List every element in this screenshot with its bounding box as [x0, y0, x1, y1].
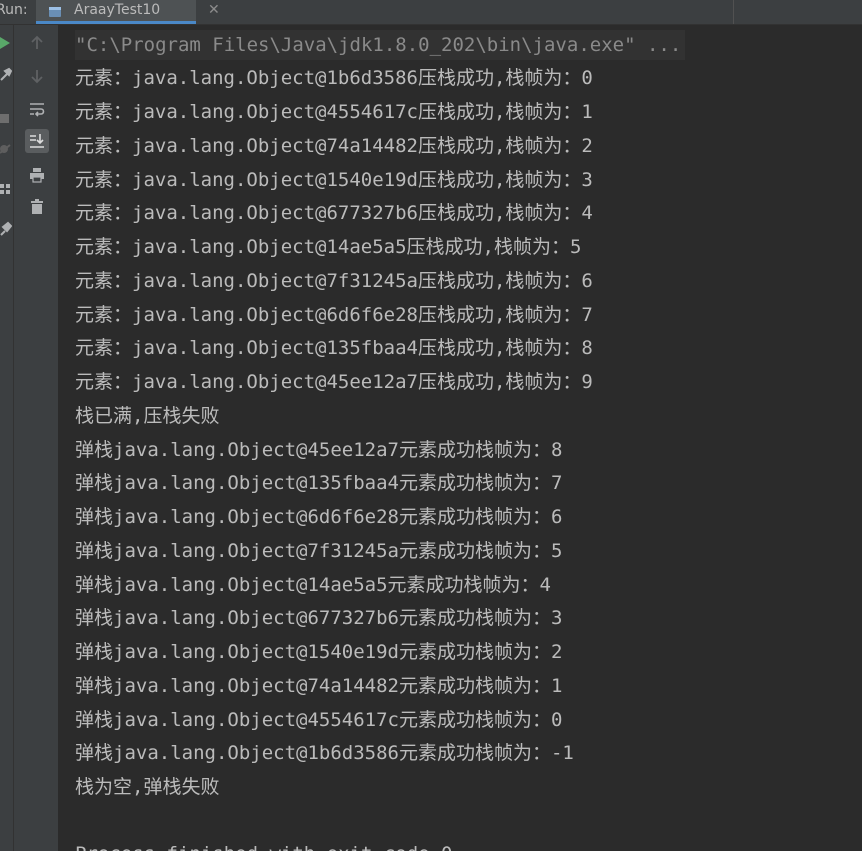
layout-icon[interactable]: [0, 181, 12, 197]
divider: [733, 0, 734, 24]
run-tool-window: Run: AraayTest10 ✕ "C:\Program Files\Jav…: [0, 0, 862, 851]
console-output[interactable]: "C:\Program Files\Java\jdk1.8.0_202\bin\…: [58, 25, 862, 851]
trash-icon[interactable]: [25, 195, 49, 219]
console-line: 弹栈java.lang.Object@14ae5a5元素成功栈帧为：4: [75, 574, 551, 596]
soft-wrap-icon[interactable]: [25, 97, 49, 121]
run-config-icon: [48, 4, 62, 18]
run-tab-bar: Run: AraayTest10 ✕: [0, 0, 862, 25]
console-line: 弹栈java.lang.Object@4554617c元素成功栈帧为：0: [75, 709, 563, 731]
rerun-icon[interactable]: [0, 35, 12, 51]
console-line: 元素：java.lang.Object@135fbaa4压栈成功,栈帧为：8: [75, 337, 593, 359]
console-line: 弹栈java.lang.Object@1540e19d元素成功栈帧为：2: [75, 641, 563, 663]
stop-icon[interactable]: [0, 111, 12, 127]
command-line: "C:\Program Files\Java\jdk1.8.0_202\bin\…: [75, 30, 686, 60]
pin-icon[interactable]: [0, 221, 13, 237]
console-line: 弹栈java.lang.Object@45ee12a7元素成功栈帧为：8: [75, 439, 563, 461]
print-icon[interactable]: [25, 163, 49, 187]
console-line: 栈已满,压栈失败: [75, 405, 220, 427]
arrow-up-icon[interactable]: [25, 31, 49, 55]
console-line: Process finished with exit code 0: [75, 839, 453, 851]
console-line: 栈为空,弹栈失败: [75, 776, 220, 798]
console-toolbar: [14, 25, 59, 851]
tab-title: AraayTest10: [74, 2, 161, 18]
console-line: 弹栈java.lang.Object@7f31245a元素成功栈帧为：5: [75, 540, 563, 562]
console-line: 元素：java.lang.Object@74a14482压栈成功,栈帧为：2: [75, 135, 593, 157]
wrench-icon[interactable]: [0, 67, 13, 83]
console-line: 弹栈java.lang.Object@6d6f6e28元素成功栈帧为：6: [75, 506, 563, 528]
close-icon[interactable]: ✕: [208, 2, 220, 18]
console-line: 弹栈java.lang.Object@1b6d3586元素成功栈帧为：-1: [75, 742, 574, 764]
console-line: 弹栈java.lang.Object@74a14482元素成功栈帧为：1: [75, 675, 563, 697]
run-label: Run:: [0, 2, 28, 18]
console-line: 元素：java.lang.Object@6d6f6e28压栈成功,栈帧为：7: [75, 304, 593, 326]
console-line: 元素：java.lang.Object@4554617c压栈成功,栈帧为：1: [75, 101, 593, 123]
console-line: 弹栈java.lang.Object@677327b6元素成功栈帧为：3: [75, 607, 563, 629]
console-line: 元素：java.lang.Object@45ee12a7压栈成功,栈帧为：9: [75, 371, 593, 393]
tab-araaytest10[interactable]: AraayTest10 ✕: [36, 0, 220, 24]
scroll-to-end-icon[interactable]: [25, 129, 49, 153]
console-line: 元素：java.lang.Object@677327b6压栈成功,栈帧为：4: [75, 202, 593, 224]
debug-icon[interactable]: [0, 141, 12, 157]
console-line: 元素：java.lang.Object@1b6d3586压栈成功,栈帧为：0: [75, 67, 593, 89]
console-line: 元素：java.lang.Object@7f31245a压栈成功,栈帧为：6: [75, 270, 593, 292]
console-line: 元素：java.lang.Object@14ae5a5压栈成功,栈帧为：5: [75, 236, 582, 258]
arrow-down-icon[interactable]: [25, 64, 49, 88]
console-line: 元素：java.lang.Object@1540e19d压栈成功,栈帧为：3: [75, 169, 593, 191]
run-actions-strip: [0, 25, 14, 851]
console-line: 弹栈java.lang.Object@135fbaa4元素成功栈帧为：7: [75, 472, 563, 494]
